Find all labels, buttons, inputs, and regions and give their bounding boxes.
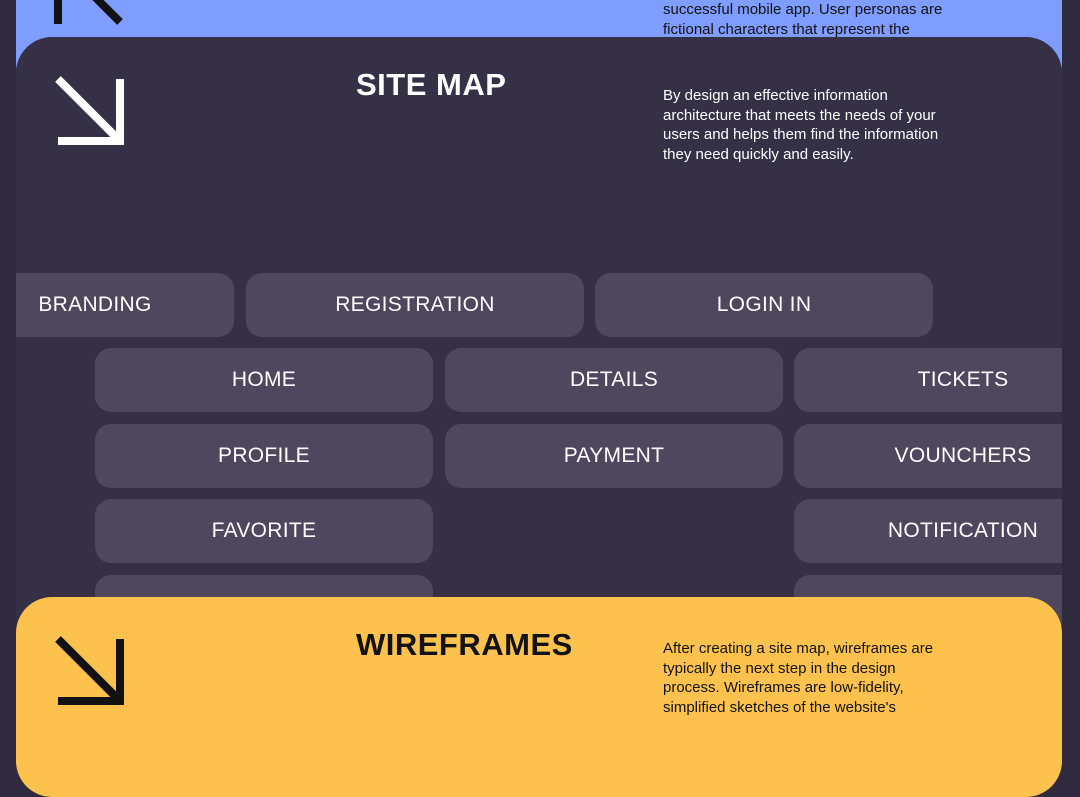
site-map-description: By design an effective information archi… bbox=[663, 87, 939, 163]
site-node-branding[interactable]: BRANDING bbox=[16, 273, 234, 337]
arrow-down-right-icon bbox=[55, 76, 124, 145]
site-node-notification[interactable]: NOTIFICATION bbox=[794, 499, 1062, 563]
site-node-payment[interactable]: PAYMENT bbox=[445, 424, 783, 488]
wireframes-card: WIREFRAMES After creating a site map, wi… bbox=[16, 597, 1062, 797]
site-map-card: SITE MAP By design an effective informat… bbox=[16, 37, 1062, 657]
site-node-favorite[interactable]: FAVORITE bbox=[95, 499, 433, 563]
site-node-login[interactable]: LOGIN IN bbox=[595, 273, 933, 337]
arrow-down-right-icon bbox=[55, 636, 124, 705]
site-node-tickets[interactable]: TICKETS bbox=[794, 348, 1062, 412]
wireframes-description: After creating a site map, wireframes ar… bbox=[663, 640, 934, 716]
wireframes-title: WIREFRAMES bbox=[356, 627, 573, 662]
site-node-vounchers[interactable]: VOUNCHERS bbox=[794, 424, 1062, 488]
arrow-up-left-icon bbox=[54, 0, 123, 25]
site-node-registration[interactable]: REGISTRATION bbox=[246, 273, 584, 337]
site-node-home[interactable]: HOME bbox=[95, 348, 433, 412]
site-node-details[interactable]: DETAILS bbox=[445, 348, 783, 412]
site-map-title: SITE MAP bbox=[356, 67, 507, 102]
site-node-profile[interactable]: PROFILE bbox=[95, 424, 433, 488]
personas-description: successful mobile app. User personas are… bbox=[663, 1, 943, 38]
